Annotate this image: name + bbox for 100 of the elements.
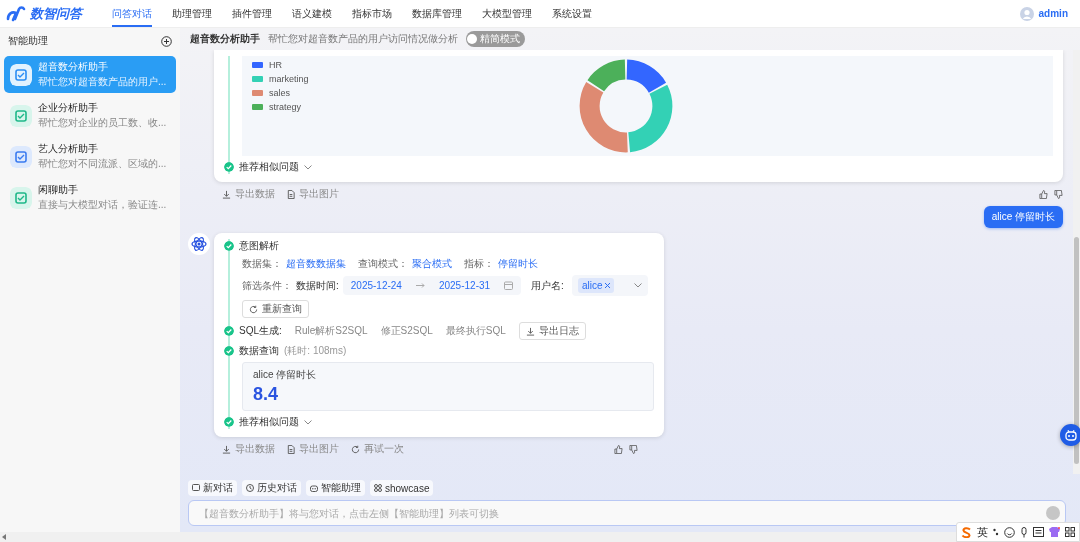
quick-chip[interactable]: 新对话 (188, 480, 237, 496)
grid-icon (374, 484, 382, 492)
field-label: 指标： (464, 257, 494, 271)
ime-mode-label[interactable]: 英 (977, 524, 988, 540)
field-label: 数据集： (242, 257, 282, 271)
check-circle-icon (224, 346, 234, 356)
assistant-icon (10, 104, 32, 127)
robot-icon (310, 484, 318, 492)
step-title: 数据查询 (239, 344, 279, 358)
s-logo-icon[interactable] (961, 526, 972, 538)
field-label: 用户名: (531, 278, 564, 293)
field-label: 查询模式： (358, 257, 408, 271)
chevron-down-icon[interactable] (634, 283, 643, 288)
step-title[interactable]: 推荐相似问题 (239, 415, 299, 429)
nav-tab[interactable]: 数据库管理 (412, 0, 462, 27)
assistant-item[interactable]: 企业分析助手 帮忙您对企业的员工数、收... (4, 97, 176, 134)
nav-tab[interactable]: 大模型管理 (482, 0, 532, 27)
requery-button[interactable]: 重新查询 (242, 300, 309, 318)
robot-icon (1065, 429, 1077, 441)
chevron-down-icon[interactable] (304, 419, 312, 425)
thumbs-up-icon[interactable] (614, 444, 623, 454)
assistant-name: 艺人分析助手 (38, 142, 99, 156)
step-title[interactable]: 推荐相似问题 (239, 160, 299, 174)
assistant-description: 直接与大模型对话，验证连... (38, 198, 167, 212)
date-range-field[interactable]: 2025-12-24 2025-12-31 (342, 276, 522, 295)
shirt-icon[interactable] (1049, 527, 1060, 537)
thumbs-down-icon[interactable] (629, 444, 638, 454)
assistant-description: 帮忙您对不同流派、区域的... (38, 157, 167, 171)
assistant-icon (10, 145, 32, 168)
assistant-description: 帮忙您对超音数产品的用户访问情况做分析 (268, 32, 458, 46)
download-icon (525, 326, 535, 336)
nav-tab[interactable]: 系统设置 (552, 0, 592, 27)
metric-value: 8.4 (253, 384, 280, 405)
thumbs-up-icon[interactable] (1039, 189, 1048, 199)
chat-icon (192, 484, 200, 492)
step-title: SQL生成: (239, 324, 282, 338)
assistant-float-button[interactable] (1060, 424, 1080, 446)
nav-tab[interactable]: 助理管理 (172, 0, 212, 27)
legend-label: strategy (269, 102, 301, 112)
end-date: 2025-12-31 (438, 280, 491, 291)
scroll-left-arrow-icon[interactable] (2, 534, 7, 540)
arrow-right-icon (415, 283, 425, 288)
logo-icon (6, 5, 26, 22)
user-tag: alice (577, 278, 615, 293)
close-icon[interactable] (605, 283, 611, 288)
user-name[interactable]: admin (1038, 8, 1068, 19)
atom-icon (188, 233, 210, 255)
add-icon[interactable] (161, 35, 172, 47)
legend-label: HR (269, 60, 282, 70)
sql-tab[interactable]: Rule解析S2SQL (294, 324, 368, 338)
grid-icon[interactable] (1065, 527, 1075, 537)
check-circle-icon (224, 241, 234, 251)
mode-value: 聚合模式 (412, 257, 452, 271)
assistant-title: 超音数分析助手 (190, 32, 260, 46)
assistant-name: 超音数分析助手 (38, 60, 109, 74)
nav-tab[interactable]: 指标市场 (352, 0, 392, 27)
history-icon (246, 484, 254, 492)
legend-label: marketing (269, 74, 309, 84)
sql-tab[interactable]: 最终执行SQL (445, 324, 506, 338)
step-title: 意图解析 (239, 239, 279, 253)
quick-chip[interactable]: 智能助理 (306, 480, 365, 496)
nav-tab[interactable]: 插件管理 (232, 0, 272, 27)
check-circle-icon (224, 326, 234, 336)
calendar-icon (504, 281, 514, 290)
assistant-item[interactable]: 闲聊助手 直接与大模型对话，验证连... (4, 179, 176, 216)
punctuation-icon[interactable] (993, 527, 999, 537)
assistant-name: 企业分析助手 (38, 101, 99, 115)
dataset-value: 超音数数据集 (286, 257, 346, 271)
keyboard-icon[interactable] (1033, 527, 1044, 537)
microphone-icon[interactable] (1020, 526, 1028, 538)
thumbs-down-icon[interactable] (1054, 189, 1063, 199)
elapsed-time: (耗时: 108ms) (284, 344, 347, 358)
download-icon (222, 444, 231, 454)
field-label: 数据时间: (296, 278, 339, 293)
refresh-icon (351, 444, 360, 454)
chat-input-field[interactable]: 【超音数分析助手】将与您对话，点击左侧【智能助理】列表可切换 (188, 500, 1066, 526)
sidebar-title: 智能助理 (8, 34, 48, 48)
assistant-name: 闲聊助手 (38, 183, 79, 197)
assistant-icon (10, 63, 32, 86)
download-icon (222, 189, 231, 199)
assistant-icon (10, 186, 32, 209)
quick-chip[interactable]: 历史对话 (242, 480, 301, 496)
nav-tab[interactable]: 语义建模 (292, 0, 332, 27)
user-select[interactable]: alice (571, 275, 649, 296)
check-circle-icon (224, 417, 234, 427)
legend-label: sales (269, 88, 290, 98)
metric-value: 停留时长 (498, 257, 538, 271)
chevron-down-icon[interactable] (304, 164, 312, 170)
smiley-icon[interactable] (1004, 526, 1015, 538)
logo-text: 数智问答 (30, 4, 82, 23)
vertical-scrollbar[interactable] (1073, 50, 1080, 474)
sql-tab[interactable]: 修正S2SQL (380, 324, 433, 338)
assistant-item[interactable]: 艺人分析助手 帮忙您对不同流派、区域的... (4, 138, 176, 175)
export-log-button[interactable]: 导出日志 (518, 322, 586, 340)
metric-name: alice 停留时长 (253, 368, 318, 382)
quick-chip[interactable]: showcase (370, 480, 434, 496)
assistant-description: 帮忙您对超音数产品的用户... (38, 75, 167, 89)
start-date: 2025-12-24 (350, 280, 402, 291)
check-circle-icon (224, 162, 234, 172)
refresh-icon (249, 304, 258, 314)
